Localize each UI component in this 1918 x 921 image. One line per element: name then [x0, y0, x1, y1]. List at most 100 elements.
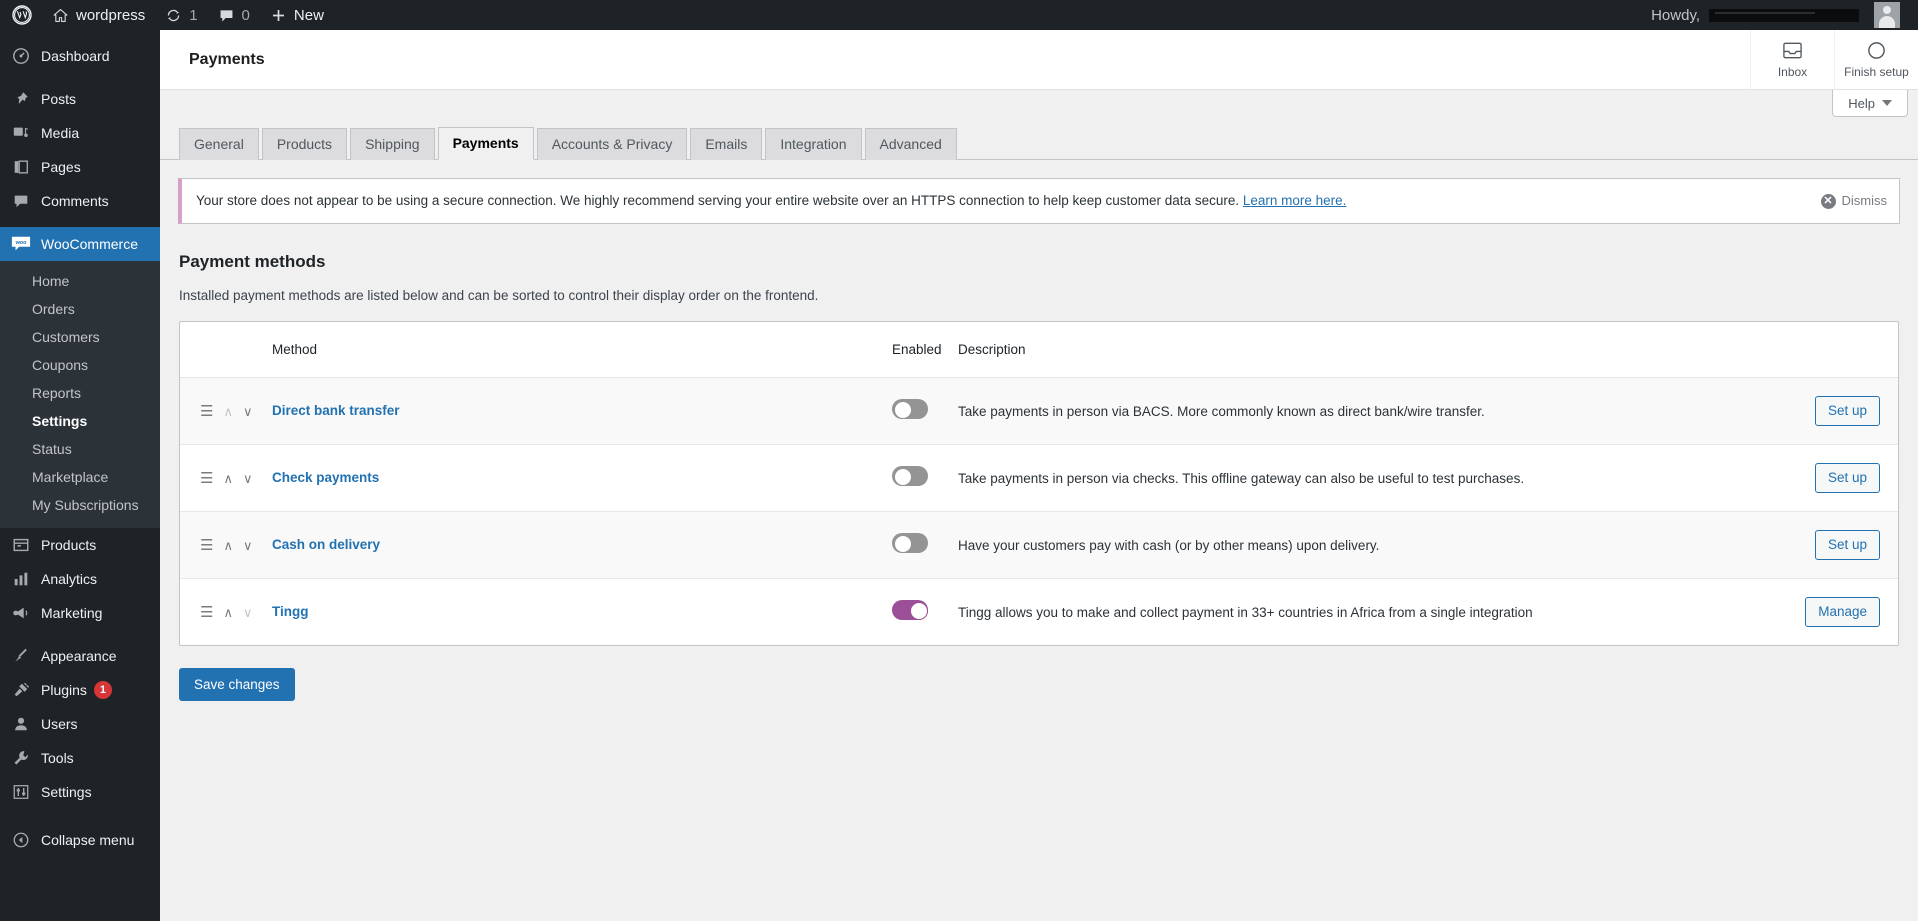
tab-accounts-privacy[interactable]: Accounts & Privacy [536, 128, 688, 160]
submenu-item-coupons[interactable]: Coupons [0, 351, 160, 379]
sidebar-item-label: Tools [41, 750, 74, 766]
comments-button[interactable]: 0 [208, 0, 260, 30]
move-down-icon[interactable]: ∨ [243, 405, 253, 418]
setup-button[interactable]: Set up [1814, 530, 1880, 561]
tab-advanced[interactable]: Advanced [864, 128, 957, 160]
gateway-name-link[interactable]: Tingg [272, 604, 309, 619]
move-down-icon[interactable]: ∨ [243, 472, 253, 485]
new-content-label: New [293, 6, 324, 24]
submenu-item-reports[interactable]: Reports [0, 379, 160, 407]
payment-methods-table-card: Method Enabled Description ☰ ∧ ∨ Direct … [179, 321, 1899, 647]
sort-controls: ☰ ∧ ∨ [200, 605, 272, 620]
row-enabled-cell [892, 579, 958, 646]
move-up-icon[interactable]: ∧ [223, 606, 233, 619]
move-up-icon[interactable]: ∧ [223, 405, 233, 418]
sidebar-item-media[interactable]: Media [0, 116, 160, 150]
updates-button[interactable]: 1 [155, 0, 207, 30]
sidebar-item-pages[interactable]: Pages [0, 150, 160, 184]
help-tab-button[interactable]: Help [1832, 90, 1908, 117]
sidebar-item-marketing[interactable]: Marketing [0, 596, 160, 630]
products-icon [10, 535, 32, 555]
sidebar-item-label: Appearance [41, 648, 117, 664]
tab-shipping[interactable]: Shipping [350, 128, 435, 160]
row-description-cell: Take payments in person via BACS. More c… [958, 403, 1485, 419]
howdy-label: Howdy, [1651, 6, 1700, 24]
sidebar-item-label: Settings [41, 784, 92, 800]
move-up-icon[interactable]: ∧ [223, 472, 233, 485]
sidebar-item-label: Pages [41, 159, 81, 175]
move-down-icon[interactable]: ∨ [243, 606, 253, 619]
setup-button[interactable]: Set up [1814, 463, 1880, 494]
gateway-name-link[interactable]: Cash on delivery [272, 537, 380, 552]
submenu-item-my-subscriptions[interactable]: My Subscriptions [0, 491, 160, 519]
plugins-update-badge: 1 [93, 681, 112, 699]
table-row: ☰ ∧ ∨ Cash on delivery Have your custome… [180, 511, 1898, 579]
table-body: ☰ ∧ ∨ Direct bank transfer Take payments… [180, 377, 1898, 646]
wordpress-logo-button[interactable] [0, 0, 42, 30]
submenu-item-status[interactable]: Status [0, 435, 160, 463]
sidebar-item-settings[interactable]: Settings [0, 775, 160, 809]
collapse-menu-button[interactable]: Collapse menu [0, 823, 160, 857]
dismiss-label: Dismiss [1841, 193, 1888, 209]
row-action-cell: Manage [1738, 579, 1898, 646]
drag-handle-icon[interactable]: ☰ [200, 605, 213, 620]
sidebar-item-appearance[interactable]: Appearance [0, 639, 160, 673]
tab-payments[interactable]: Payments [437, 127, 534, 160]
enable-toggle[interactable] [892, 465, 928, 486]
payment-methods-table: Method Enabled Description ☰ ∧ ∨ Direct … [180, 322, 1898, 645]
table-head: Method Enabled Description [180, 322, 1898, 379]
learn-more-link[interactable]: Learn more here. [1243, 193, 1347, 208]
drag-handle-icon[interactable]: ☰ [200, 404, 213, 419]
enable-toggle[interactable] [892, 532, 928, 553]
move-up-icon[interactable]: ∧ [223, 539, 233, 552]
manage-button[interactable]: Manage [1805, 597, 1880, 628]
sidebar-item-tools[interactable]: Tools [0, 741, 160, 775]
tab-products[interactable]: Products [261, 128, 348, 160]
submenu-item-home[interactable]: Home [0, 267, 160, 295]
pin-icon [10, 89, 32, 109]
move-down-icon[interactable]: ∨ [243, 539, 253, 552]
finish-setup-button[interactable]: Finish setup [1834, 30, 1918, 90]
submenu-item-settings[interactable]: Settings [0, 407, 160, 435]
setup-button[interactable]: Set up [1814, 396, 1880, 427]
my-account-button[interactable]: Howdy, [1641, 0, 1910, 30]
row-sort-cell: ☰ ∧ ∨ [180, 512, 272, 579]
gateway-name-link[interactable]: Check payments [272, 470, 379, 485]
inbox-button[interactable]: Inbox [1750, 30, 1834, 90]
payment-methods-section-header: Payment methods Installed payment method… [160, 224, 1918, 303]
tab-emails[interactable]: Emails [690, 128, 763, 160]
user-name-redacted [1709, 8, 1859, 22]
submenu-item-orders[interactable]: Orders [0, 295, 160, 323]
enable-toggle[interactable] [892, 599, 928, 620]
megaphone-icon [10, 603, 32, 623]
site-name-button[interactable]: wordpress [42, 0, 155, 30]
submenu-item-marketplace[interactable]: Marketplace [0, 463, 160, 491]
sidebar-item-comments[interactable]: Comments [0, 184, 160, 218]
sidebar-item-label: Plugins [41, 682, 87, 698]
sidebar-item-dashboard[interactable]: Dashboard [0, 39, 160, 73]
chart-bars-icon [10, 569, 32, 589]
sidebar-item-analytics[interactable]: Analytics [0, 562, 160, 596]
sidebar-item-products[interactable]: Products [0, 528, 160, 562]
sidebar-item-posts[interactable]: Posts [0, 82, 160, 116]
sidebar-item-users[interactable]: Users [0, 707, 160, 741]
drag-handle-icon[interactable]: ☰ [200, 471, 213, 486]
row-sort-cell: ☰ ∧ ∨ [180, 579, 272, 646]
sidebar-item-woocommerce[interactable]: woo WooCommerce [0, 227, 160, 261]
gateway-name-link[interactable]: Direct bank transfer [272, 403, 400, 418]
table-row: ☰ ∧ ∨ Direct bank transfer Take payments… [180, 377, 1898, 445]
section-title: Payment methods [179, 252, 326, 272]
main-content: Payments Inbox Finish setup Help General… [160, 30, 1918, 921]
tab-general[interactable]: General [179, 128, 259, 160]
save-changes-button[interactable]: Save changes [179, 668, 295, 702]
enable-toggle[interactable] [892, 398, 928, 419]
tab-integration[interactable]: Integration [765, 128, 862, 160]
dismiss-notice-button[interactable]: ✕ Dismiss [1801, 191, 1888, 211]
drag-handle-icon[interactable]: ☰ [200, 538, 213, 553]
sidebar-item-plugins[interactable]: Plugins 1 [0, 673, 160, 707]
new-content-button[interactable]: New [260, 0, 334, 30]
admin-bar: wordpress 1 0 New Howdy, [0, 0, 1918, 30]
submenu-item-customers[interactable]: Customers [0, 323, 160, 351]
